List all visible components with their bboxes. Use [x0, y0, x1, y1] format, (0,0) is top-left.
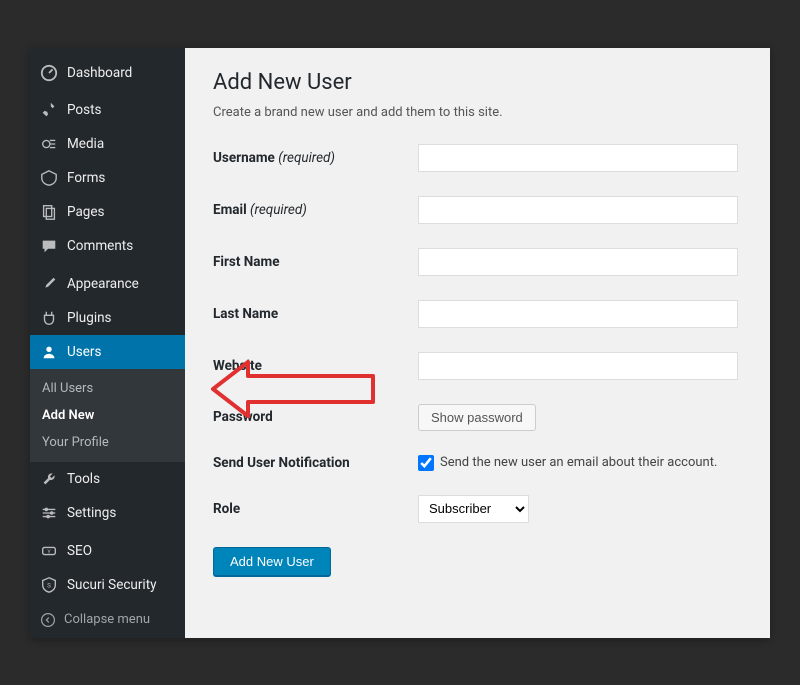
pages-icon [40, 203, 58, 221]
sidebar-item-plugins[interactable]: Plugins [30, 301, 185, 335]
sidebar-item-label: Pages [67, 204, 105, 220]
sidebar-item-label: Users [67, 344, 101, 360]
sidebar-item-forms[interactable]: Forms [30, 161, 185, 195]
sidebar-item-label: Sucuri Security [67, 577, 157, 593]
email-input[interactable] [418, 196, 738, 224]
role-select[interactable]: Subscriber [418, 495, 529, 523]
sidebar-item-pages[interactable]: Pages [30, 195, 185, 229]
plug-icon [40, 309, 58, 327]
brush-icon [40, 275, 58, 293]
sidebar-item-label: SEO [67, 543, 92, 559]
submenu-item-all-users[interactable]: All Users [30, 375, 185, 402]
sidebar-item-posts[interactable]: Posts [30, 93, 185, 127]
forms-icon [40, 169, 58, 187]
sidebar-item-tools[interactable]: Tools [30, 462, 185, 496]
sidebar-item-media[interactable]: Media [30, 127, 185, 161]
submenu-item-your-profile[interactable]: Your Profile [30, 429, 185, 456]
sidebar-item-sucuri[interactable]: S Sucuri Security [30, 568, 185, 602]
sidebar-item-label: Forms [67, 170, 105, 186]
username-label: Username (required) [213, 150, 418, 166]
sidebar-item-label: Dashboard [67, 65, 132, 81]
main-content: Add New User Create a brand new user and… [185, 48, 770, 638]
lastname-input[interactable] [418, 300, 738, 328]
website-input[interactable] [418, 352, 738, 380]
user-icon [40, 343, 58, 361]
firstname-input[interactable] [418, 248, 738, 276]
collapse-menu[interactable]: Collapse menu [30, 602, 185, 638]
email-label: Email (required) [213, 202, 418, 218]
page-subtitle: Create a brand new user and add them to … [213, 105, 742, 120]
sidebar-item-seo[interactable]: Y SEO [30, 534, 185, 568]
username-input[interactable] [418, 144, 738, 172]
sidebar-item-label: Posts [67, 102, 101, 118]
svg-text:S: S [47, 581, 51, 589]
dashboard-icon [40, 64, 58, 82]
page-title: Add New User [213, 70, 742, 95]
role-label: Role [213, 501, 418, 517]
shield-icon: S [40, 576, 58, 594]
sidebar-item-comments[interactable]: Comments [30, 229, 185, 263]
sidebar-item-users[interactable]: Users [30, 335, 185, 369]
sidebar-item-dashboard[interactable]: Dashboard [30, 56, 185, 90]
notification-text: Send the new user an email about their a… [440, 455, 717, 470]
sidebar-item-settings[interactable]: Settings [30, 496, 185, 530]
password-label: Password [213, 409, 418, 425]
collapse-icon [40, 612, 56, 628]
seo-icon: Y [40, 542, 58, 560]
lastname-label: Last Name [213, 306, 418, 322]
sliders-icon [40, 504, 58, 522]
users-submenu: All Users Add New Your Profile [30, 369, 185, 462]
show-password-button[interactable]: Show password [418, 404, 536, 431]
admin-sidebar: Dashboard Posts Media Forms Pages Commen… [30, 48, 185, 638]
sidebar-item-appearance[interactable]: Appearance [30, 267, 185, 301]
add-user-button[interactable]: Add New User [213, 547, 331, 576]
sidebar-item-label: Settings [67, 505, 116, 521]
notification-checkbox[interactable] [418, 455, 434, 471]
pin-icon [40, 101, 58, 119]
sidebar-item-label: Appearance [67, 276, 139, 292]
sidebar-item-label: Plugins [67, 310, 112, 326]
website-label: Website [213, 358, 418, 374]
notification-label: Send User Notification [213, 455, 418, 471]
collapse-label: Collapse menu [64, 612, 150, 627]
wrench-icon [40, 470, 58, 488]
media-icon [40, 135, 58, 153]
submenu-item-add-new[interactable]: Add New [30, 402, 185, 429]
sidebar-item-label: Comments [67, 238, 133, 254]
sidebar-item-label: Media [67, 136, 104, 152]
comments-icon [40, 237, 58, 255]
sidebar-item-label: Tools [67, 471, 100, 487]
firstname-label: First Name [213, 254, 418, 270]
